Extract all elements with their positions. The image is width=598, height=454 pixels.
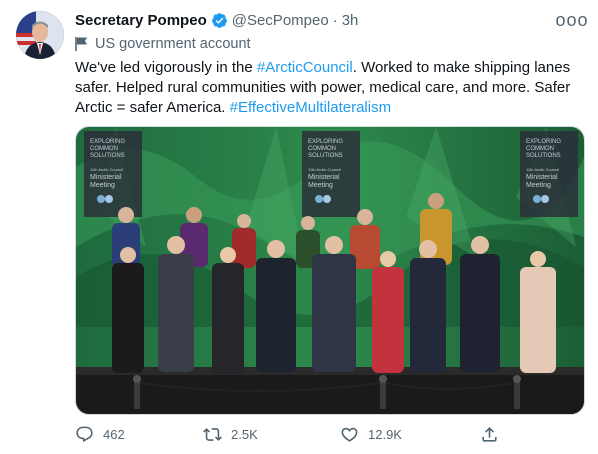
timestamp[interactable]: 3h [342, 12, 359, 29]
reply-button[interactable]: 462 [75, 422, 125, 446]
author-avatar[interactable] [16, 11, 64, 59]
more-icon[interactable]: ooo [555, 9, 587, 31]
front-row-people [112, 236, 556, 373]
flag-icon [75, 37, 87, 51]
svg-text:EXPLORING: EXPLORING [90, 139, 125, 145]
group-photo-image: EXPLORING COMMON SOLUTIONS 11th Arctic C… [76, 127, 584, 414]
tweet-photo[interactable]: EXPLORING COMMON SOLUTIONS 11th Arctic C… [75, 126, 585, 415]
svg-text:11th Arctic Council: 11th Arctic Council [308, 167, 341, 172]
retweet-icon [203, 427, 222, 441]
banner-left: EXPLORING COMMON SOLUTIONS 11th Arctic C… [84, 131, 142, 217]
like-button[interactable]: 12.9K [340, 422, 402, 446]
svg-text:11th Arctic Council: 11th Arctic Council [526, 167, 559, 172]
svg-text:Meeting: Meeting [526, 182, 551, 189]
government-label-text: US government account [95, 36, 251, 52]
svg-text:Meeting: Meeting [308, 182, 333, 189]
svg-text:EXPLORING: EXPLORING [526, 139, 561, 145]
banner-right: EXPLORING COMMON SOLUTIONS 11th Arctic C… [520, 131, 578, 217]
share-button[interactable] [480, 422, 508, 446]
banner-center: EXPLORING COMMON SOLUTIONS 11th Arctic C… [302, 131, 360, 217]
reply-count: 462 [103, 426, 125, 442]
hashtag-arctic-council[interactable]: #ArcticCouncil [257, 59, 353, 76]
like-icon [341, 427, 358, 442]
svg-text:COMMON: COMMON [90, 146, 118, 152]
reply-icon [76, 426, 93, 442]
government-account-label: US government account [75, 34, 251, 54]
avatar-image [16, 11, 64, 59]
svg-text:Ministerial: Ministerial [90, 174, 122, 181]
tweet-header: Secretary Pompeo @SecPompeo · 3h ooo [75, 9, 588, 31]
svg-text:Meeting: Meeting [90, 182, 115, 189]
retweet-count: 2.5K [231, 426, 258, 442]
like-count: 12.9K [368, 426, 402, 442]
svg-text:SOLUTIONS: SOLUTIONS [90, 153, 125, 159]
svg-text:SOLUTIONS: SOLUTIONS [308, 153, 343, 159]
author-name[interactable]: Secretary Pompeo [75, 12, 207, 29]
separator-dot: · [332, 11, 338, 29]
svg-text:SOLUTIONS: SOLUTIONS [526, 153, 561, 159]
svg-text:Ministerial: Ministerial [526, 174, 558, 181]
tweet-actions: 462 2.5K 12.9K [75, 422, 583, 446]
svg-text:11th Arctic Council: 11th Arctic Council [90, 167, 123, 172]
svg-text:COMMON: COMMON [526, 146, 554, 152]
retweet-button[interactable]: 2.5K [203, 422, 258, 446]
verified-badge-icon [211, 12, 227, 28]
hashtag-effective-multilateralism[interactable]: #EffectiveMultilateralism [230, 99, 391, 116]
svg-text:EXPLORING: EXPLORING [308, 139, 343, 145]
svg-text:COMMON: COMMON [308, 146, 336, 152]
svg-text:Ministerial: Ministerial [308, 174, 340, 181]
share-icon [482, 426, 497, 442]
tweet-text: We've led vigorously in the #ArcticCounc… [75, 58, 585, 118]
text-part: We've led vigorously in the [75, 59, 257, 76]
author-handle[interactable]: @SecPompeo [232, 12, 329, 29]
